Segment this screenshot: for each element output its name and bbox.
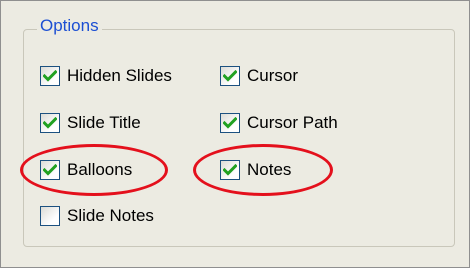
checkbox-box[interactable]: [40, 160, 60, 180]
checkbox-box[interactable]: [220, 160, 240, 180]
checkmark-icon: [43, 164, 57, 176]
cursor-label: Cursor: [247, 66, 299, 85]
cursor-path-label: Cursor Path: [247, 113, 338, 132]
slide-notes-label: Slide Notes: [67, 206, 154, 225]
checkbox-box[interactable]: [220, 66, 240, 86]
balloons-label: Balloons: [67, 160, 133, 179]
checkmark-icon: [223, 117, 237, 129]
options-panel: Options Hidden Slides Cursor Slide Title: [0, 0, 470, 268]
notes-label: Notes: [247, 160, 292, 179]
slide-title-checkbox[interactable]: Slide Title: [40, 110, 141, 136]
options-group-title: Options: [37, 16, 102, 36]
checkmark-icon: [223, 164, 237, 176]
notes-checkbox[interactable]: Notes: [220, 157, 291, 183]
cursor-path-checkbox[interactable]: Cursor Path: [220, 110, 338, 136]
checkmark-icon: [43, 70, 57, 82]
checkmark-icon: [223, 70, 237, 82]
slide-title-label: Slide Title: [67, 113, 141, 132]
checkbox-box[interactable]: [220, 113, 240, 133]
checkmark-icon: [43, 117, 57, 129]
checkbox-box[interactable]: [40, 206, 60, 226]
hidden-slides-label: Hidden Slides: [67, 66, 172, 85]
slide-notes-checkbox[interactable]: Slide Notes: [40, 203, 154, 229]
balloons-checkbox[interactable]: Balloons: [40, 157, 132, 183]
cursor-checkbox[interactable]: Cursor: [220, 63, 298, 89]
checkbox-box[interactable]: [40, 66, 60, 86]
hidden-slides-checkbox[interactable]: Hidden Slides: [40, 63, 172, 89]
checkbox-box[interactable]: [40, 113, 60, 133]
